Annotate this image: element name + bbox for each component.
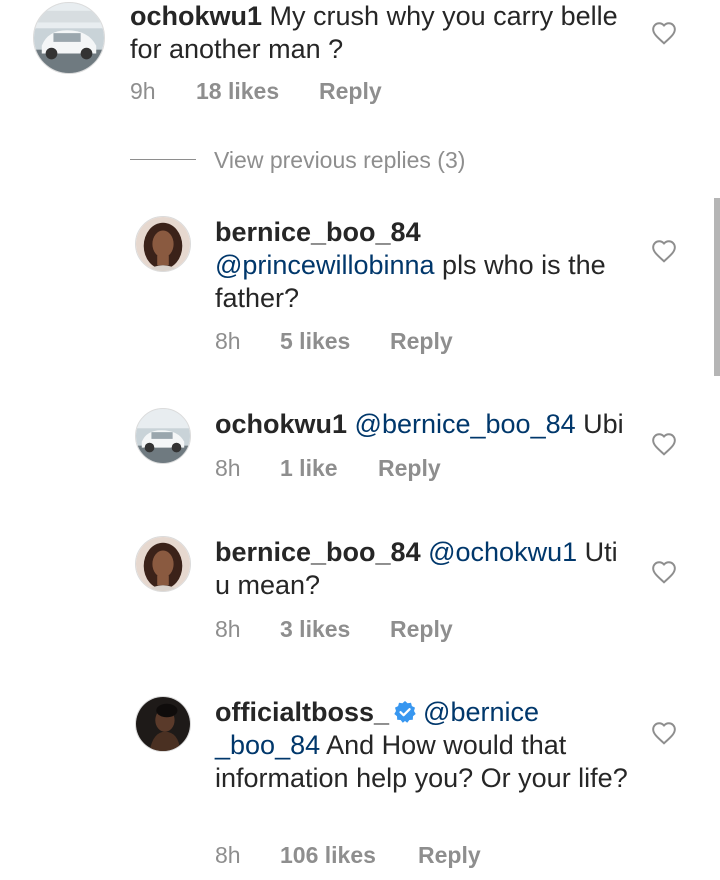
avatar[interactable] (135, 696, 191, 752)
comment-text: ochokwu1 My crush why you carry belle fo… (130, 0, 650, 66)
comment-item: ochokwu1 My crush why you carry belle fo… (0, 0, 720, 120)
likes-count[interactable]: 3 likes (280, 615, 390, 643)
scrollbar[interactable] (714, 198, 720, 376)
reply-item: bernice_boo_84 @princewillobinna pls who… (0, 210, 720, 370)
comment-username[interactable]: ochokwu1 (215, 409, 347, 439)
comment-text: ochokwu1 @bernice_boo_84 Ubi (215, 408, 635, 441)
comment-meta: 8h 1 like Reply (215, 454, 441, 482)
reply-item: bernice_boo_84 @ochokwu1 Uti u mean? 8h 3… (0, 534, 720, 664)
woman-photo (136, 217, 190, 271)
view-previous-replies-label[interactable]: View previous replies (3) (214, 144, 465, 176)
heart-outline-icon[interactable] (651, 560, 677, 584)
divider-line (130, 159, 196, 160)
comment-meta: 8h 3 likes Reply (215, 615, 453, 643)
reply-button[interactable]: Reply (390, 615, 453, 643)
comment-body: Ubi (583, 409, 624, 439)
heart-outline-icon[interactable] (651, 432, 677, 456)
comment-time: 9h (130, 78, 156, 104)
reply-button[interactable]: Reply (319, 77, 382, 105)
heart-outline-icon[interactable] (651, 239, 677, 263)
likes-count[interactable]: 1 like (280, 454, 378, 482)
heart-outline-icon[interactable] (651, 21, 677, 45)
verified-badge-icon (394, 701, 416, 723)
comment-username[interactable]: ochokwu1 (130, 1, 262, 31)
comment-meta: 8h 5 likes Reply (215, 327, 453, 355)
avatar[interactable] (33, 2, 105, 74)
mention-link[interactable]: @ochokwu1 (428, 537, 577, 567)
avatar[interactable] (135, 408, 191, 464)
car-photo (34, 3, 104, 73)
comment-text: bernice_boo_84 @ochokwu1 Uti u mean? (215, 536, 635, 602)
reply-item: ochokwu1 @bernice_boo_84 Ubi 8h 1 like Rep… (0, 404, 720, 504)
mention-link[interactable]: @bernice_boo_84 (355, 409, 576, 439)
likes-count[interactable]: 106 likes (280, 841, 418, 869)
woman-photo (136, 537, 190, 591)
avatar[interactable] (135, 536, 191, 592)
reply-button[interactable]: Reply (418, 841, 481, 869)
comment-username[interactable]: bernice_boo_84 (215, 537, 421, 567)
heart-outline-icon[interactable] (651, 721, 677, 745)
comment-time: 8h (215, 616, 241, 642)
comment-meta: 9h 18 likes Reply (130, 77, 382, 105)
comment-time: 8h (215, 328, 241, 354)
reply-button[interactable]: Reply (390, 327, 453, 355)
likes-count[interactable]: 18 likes (196, 77, 319, 105)
comment-text: officialtboss_ @bernice _boo_84 And How w… (215, 696, 635, 795)
comment-text: bernice_boo_84 @princewillobinna pls who… (215, 216, 635, 315)
comment-time: 8h (215, 842, 241, 868)
dark-portrait-photo (136, 697, 190, 751)
comment-username[interactable]: bernice_boo_84 (215, 217, 421, 247)
reply-item: officialtboss_ @bernice _boo_84 And How w… (0, 694, 720, 880)
mention-link[interactable]: @princewillobinna (215, 250, 435, 280)
avatar[interactable] (135, 216, 191, 272)
comment-username[interactable]: officialtboss_ (215, 697, 389, 727)
view-previous-replies[interactable]: View previous replies (3) (130, 144, 530, 176)
comment-time: 8h (215, 455, 241, 481)
reply-button[interactable]: Reply (378, 454, 441, 482)
car-photo (136, 409, 190, 463)
likes-count[interactable]: 5 likes (280, 327, 390, 355)
comment-meta: 8h 106 likes Reply (215, 841, 481, 869)
